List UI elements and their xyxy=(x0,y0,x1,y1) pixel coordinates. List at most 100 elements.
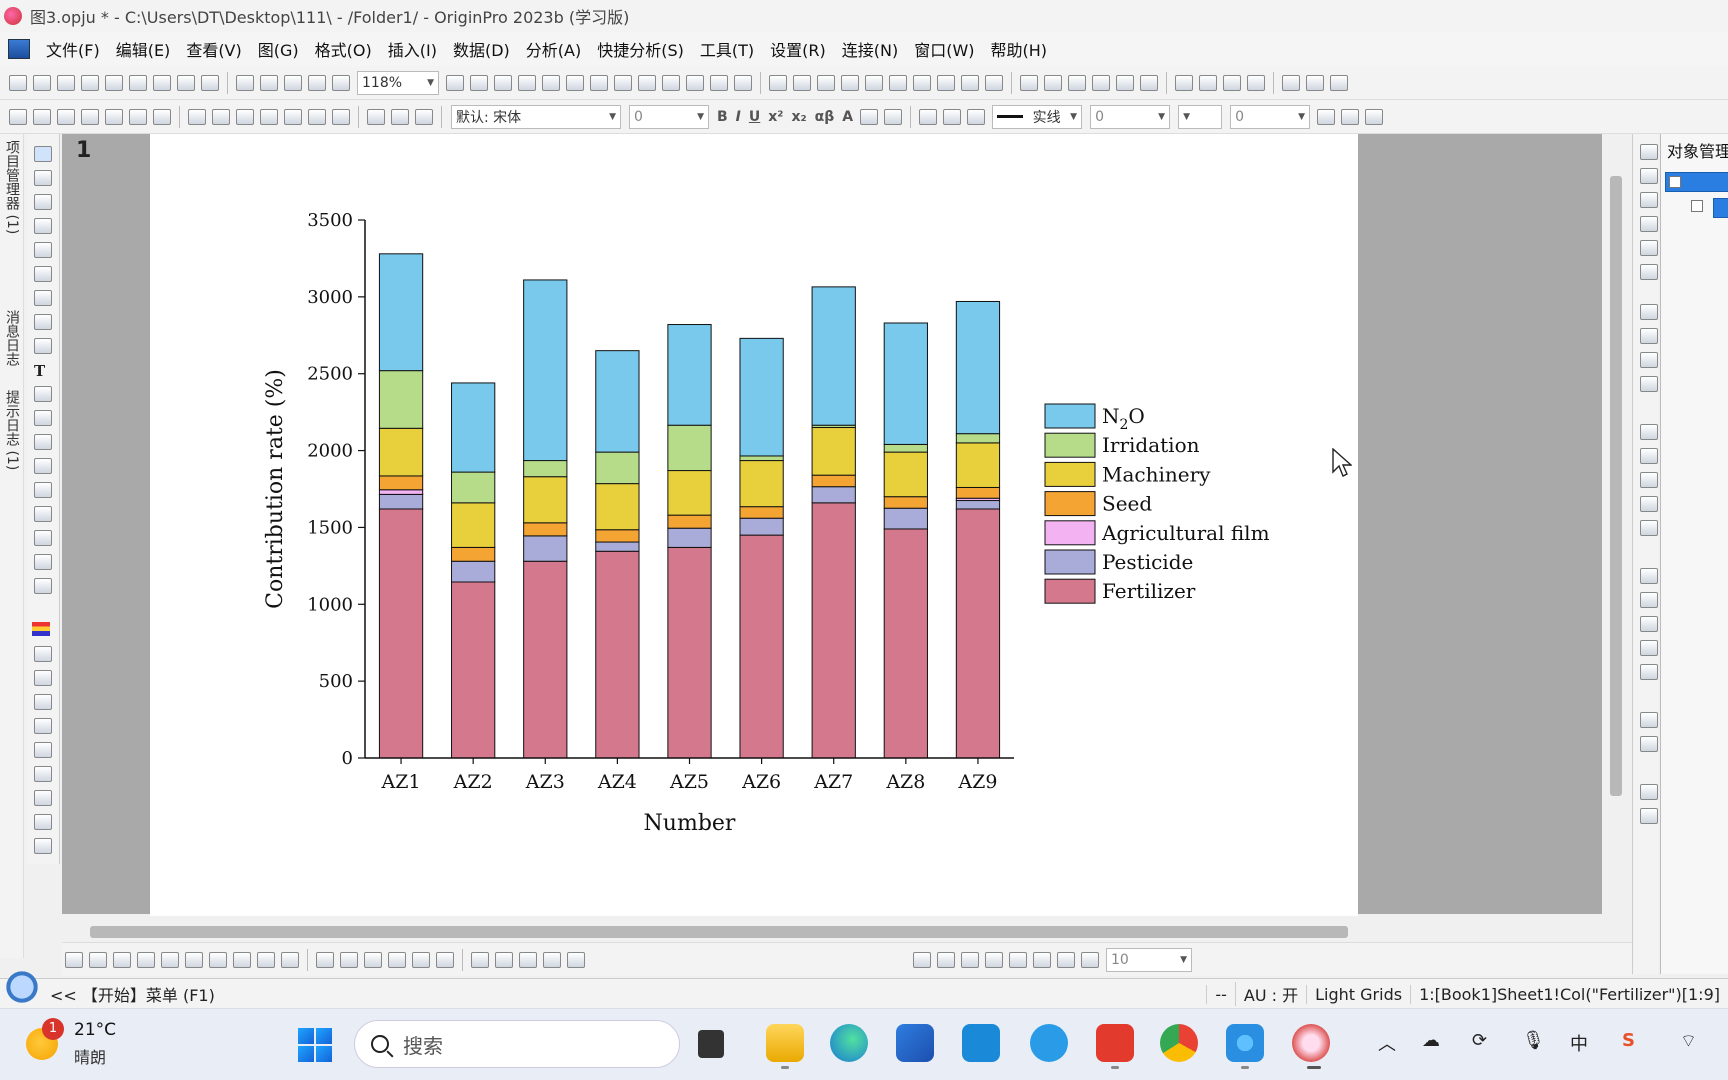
align-objects2-icon[interactable] xyxy=(937,951,955,968)
rotate-icon[interactable] xyxy=(332,108,350,125)
bar-segment[interactable] xyxy=(955,433,1001,444)
x-axis-title[interactable]: Number xyxy=(644,811,736,836)
bar-segment[interactable] xyxy=(667,546,712,759)
zoom-select[interactable]: 118% ▼ xyxy=(357,70,439,95)
size-height-icon[interactable] xyxy=(1640,592,1658,608)
align-top-icon[interactable] xyxy=(1640,448,1658,464)
start-menu-hint[interactable]: << 【开始】菜单 (F1) xyxy=(50,982,215,1006)
y-tick-label[interactable]: 1000 xyxy=(307,594,353,615)
status-au[interactable]: AU : 开 xyxy=(1234,982,1306,1006)
stacked-bar-chart[interactable]: AZ1 AZ2 AZ3 AZ4 AZ5 AZ6 AZ7 AZ8 AZ9 0 500 1000 1500 2… xyxy=(150,134,1358,916)
rescale-icon[interactable] xyxy=(57,108,75,125)
hand-tool-icon[interactable] xyxy=(34,482,52,498)
ime-indicator[interactable]: 中 xyxy=(1570,1030,1588,1056)
align-left-icon[interactable] xyxy=(860,108,879,125)
x-tick-label[interactable]: AZ1 xyxy=(381,771,421,793)
box-plot-icon[interactable] xyxy=(185,951,203,968)
export-icon[interactable] xyxy=(494,74,512,91)
align-right-icon[interactable] xyxy=(1640,496,1658,512)
bar-segment[interactable] xyxy=(378,489,424,495)
first-page-icon[interactable] xyxy=(1175,74,1193,91)
rescale-axis-icon[interactable] xyxy=(1640,144,1658,160)
sync-icon[interactable]: ⟳ xyxy=(1472,1030,1487,1051)
font-color-icon[interactable] xyxy=(884,108,903,125)
zoom-in-icon[interactable] xyxy=(614,74,632,91)
bar-chart-icon[interactable] xyxy=(889,74,907,91)
collapse-icon[interactable] xyxy=(1669,176,1681,188)
legend-swatch[interactable] xyxy=(1044,578,1096,604)
new-function-icon[interactable] xyxy=(129,74,147,91)
help-app-icon[interactable] xyxy=(1030,1024,1068,1062)
template-icon[interactable] xyxy=(316,951,334,968)
font-grow-icon[interactable]: A xyxy=(842,109,853,125)
bar-segment[interactable] xyxy=(451,382,496,473)
bar-segment[interactable] xyxy=(595,550,640,759)
y-tick-label[interactable]: 3000 xyxy=(307,287,353,308)
align-icon[interactable] xyxy=(284,108,302,125)
paste-icon[interactable] xyxy=(415,108,433,125)
tab-hint-log[interactable]: 提示日志 (1) xyxy=(2,390,22,470)
font-size-select[interactable]: 0 ▼ xyxy=(629,104,709,129)
bar-segment[interactable] xyxy=(883,451,928,498)
bar-segment[interactable] xyxy=(667,424,712,472)
distribute-icon[interactable] xyxy=(308,108,326,125)
border-icon[interactable] xyxy=(1341,108,1360,125)
set-as-icon[interactable] xyxy=(1020,74,1038,91)
originpro-taskbar-icon[interactable] xyxy=(1292,1024,1330,1062)
axis-y-icon[interactable] xyxy=(1640,192,1658,208)
merge-icon[interactable] xyxy=(566,74,584,91)
bar-segment[interactable] xyxy=(378,475,424,491)
column-chart-icon[interactable] xyxy=(865,74,883,91)
bar-segment[interactable] xyxy=(955,508,1001,759)
microphone-icon[interactable]: 🎙 xyxy=(1522,1030,1545,1051)
layer-icon[interactable] xyxy=(542,74,560,91)
column-plot-icon[interactable] xyxy=(137,951,155,968)
menu-connectivity[interactable]: 连接(N) xyxy=(834,37,906,61)
x-tick-label[interactable]: AZ4 xyxy=(597,771,637,793)
align-objects3-icon[interactable] xyxy=(961,951,979,968)
move-back-icon[interactable] xyxy=(9,108,27,125)
save-template-icon[interactable] xyxy=(308,74,326,91)
bar-segment[interactable] xyxy=(523,460,568,478)
area-plot-icon[interactable] xyxy=(209,951,227,968)
bar-segment[interactable] xyxy=(523,476,568,524)
line-style-select[interactable]: 实线 ▼ xyxy=(992,104,1083,129)
legend-label[interactable]: N2O xyxy=(1102,404,1145,433)
window-icon[interactable] xyxy=(662,74,680,91)
bar-segment[interactable] xyxy=(811,286,856,426)
pattern-icon[interactable] xyxy=(943,108,962,125)
row-numbers-icon[interactable] xyxy=(841,74,859,91)
size-value-select[interactable]: 10 ▼ xyxy=(1106,947,1192,972)
microsoft-store-icon[interactable] xyxy=(896,1024,934,1062)
fit-icon[interactable] xyxy=(1640,264,1658,280)
space-h-icon[interactable] xyxy=(1640,712,1658,728)
add-column-icon[interactable] xyxy=(769,74,787,91)
zoom-in-tool-icon[interactable] xyxy=(34,170,52,186)
subscript-icon[interactable]: x₂ xyxy=(791,109,806,125)
pointer-tool-icon[interactable] xyxy=(34,146,52,162)
annotation-icon[interactable] xyxy=(34,386,52,402)
menu-view[interactable]: 查看(V) xyxy=(178,37,249,61)
y-tick-label[interactable]: 2000 xyxy=(307,441,353,462)
rectangle-tool-icon[interactable] xyxy=(34,458,52,474)
image-icon[interactable] xyxy=(34,530,52,546)
bar-segment[interactable] xyxy=(739,337,784,457)
space-v-icon[interactable] xyxy=(1640,736,1658,752)
windows-start-icon[interactable] xyxy=(298,1028,332,1062)
bar-segment[interactable] xyxy=(667,527,712,548)
bar-segment[interactable] xyxy=(739,517,784,536)
new-excel-icon[interactable] xyxy=(201,74,219,91)
line-width-select[interactable]: 0 ▼ xyxy=(1090,104,1171,129)
vertical-scrollbar[interactable] xyxy=(1610,176,1622,796)
command-window-icon[interactable] xyxy=(710,74,728,91)
undo-icon[interactable] xyxy=(153,108,171,125)
new-project-icon[interactable] xyxy=(9,74,27,91)
line-color-icon[interactable] xyxy=(967,108,986,125)
bar-segment[interactable] xyxy=(955,486,1001,499)
taskbar-search-box[interactable]: 搜索 xyxy=(354,1020,680,1068)
y-tick-label[interactable]: 3500 xyxy=(307,210,353,231)
bar-segment[interactable] xyxy=(595,529,640,543)
y-tick-label[interactable]: 2500 xyxy=(307,364,353,385)
font-name-select[interactable]: 默认: 宋体 ▼ xyxy=(451,104,621,129)
new-notes-icon[interactable] xyxy=(153,74,171,91)
